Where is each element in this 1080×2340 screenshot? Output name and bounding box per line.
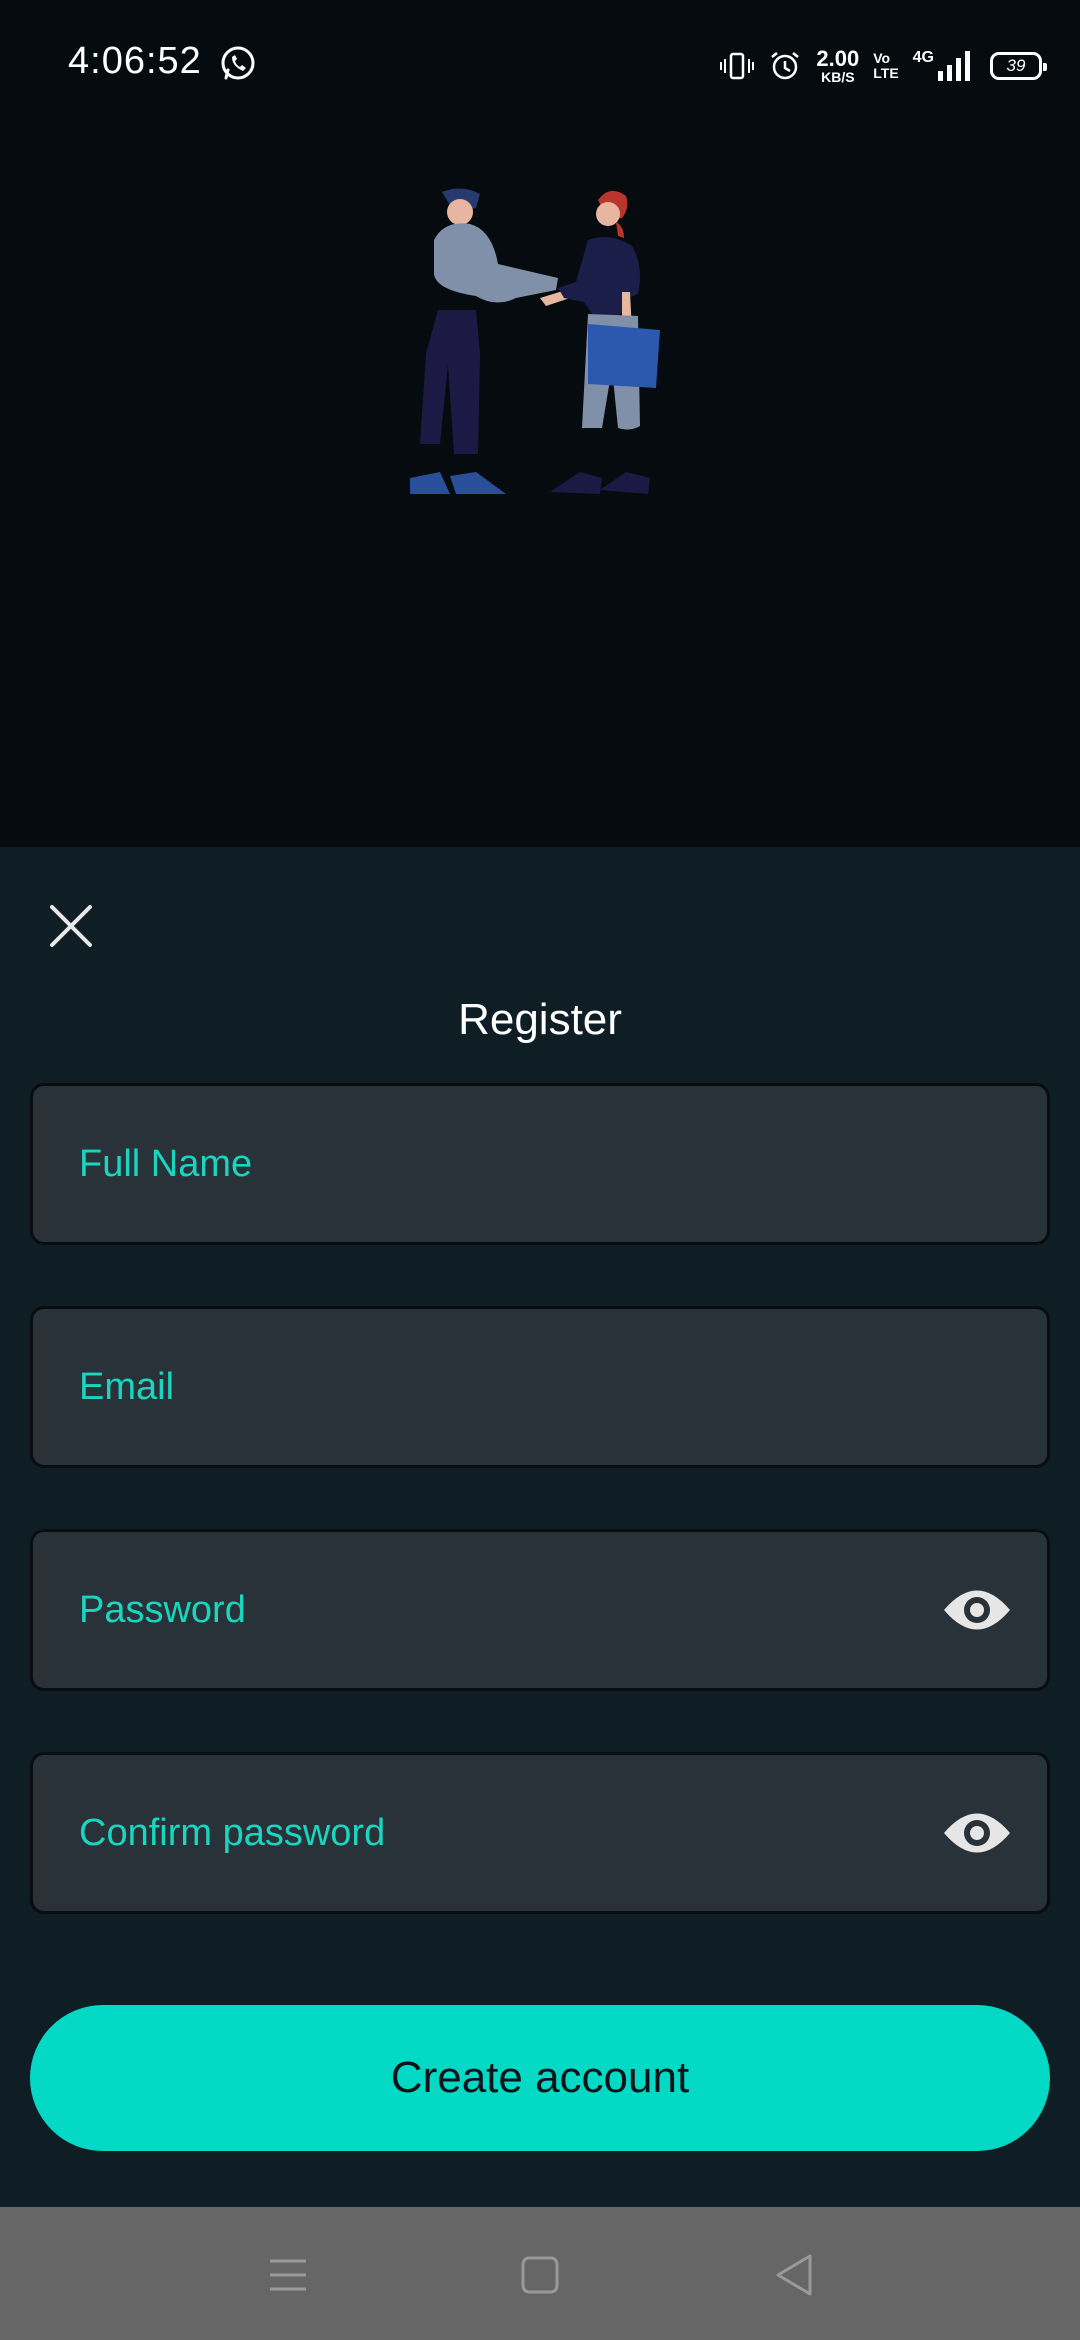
password-input[interactable] <box>79 1532 941 1688</box>
password-visibility-toggle[interactable] <box>941 1574 1013 1646</box>
vibrate-icon <box>720 49 755 83</box>
battery-icon: 39 <box>990 52 1047 80</box>
full-name-field[interactable] <box>30 1083 1050 1245</box>
password-field[interactable] <box>30 1529 1050 1691</box>
menu-icon <box>270 2259 306 2291</box>
email-field[interactable] <box>30 1306 1050 1468</box>
create-account-button[interactable]: Create account <box>30 2005 1050 2151</box>
home-icon <box>521 2256 559 2294</box>
volte-indicator: Vo LTE <box>873 51 898 80</box>
volte-bottom: LTE <box>873 65 899 81</box>
navigation-bar <box>0 2207 1080 2340</box>
network-speed: 2.00 KB/S <box>816 46 860 85</box>
page-title: Register <box>458 995 622 1044</box>
back-button[interactable] <box>762 2243 826 2307</box>
full-name-input[interactable] <box>79 1086 1047 1242</box>
signal-icon: 4G <box>913 49 976 83</box>
confirm-password-visibility-toggle[interactable] <box>941 1797 1013 1869</box>
confirm-password-field[interactable] <box>30 1752 1050 1914</box>
network-speed-value: 2.00 <box>816 46 860 71</box>
close-icon <box>50 905 92 947</box>
volte-top: Vo <box>873 50 891 67</box>
eye-icon <box>944 1590 1010 1630</box>
home-button[interactable] <box>508 2243 572 2307</box>
status-icons: 2.00 KB/S Vo LTE 4G 39 <box>720 44 1047 88</box>
status-bar: 4:06:52 2.00 KB/S Vo LTE 4G 39 <box>0 0 1080 130</box>
status-time: 4:06:52 <box>68 40 202 82</box>
close-button[interactable] <box>40 895 102 957</box>
whatsapp-icon <box>218 44 258 84</box>
network-speed-unit: KB/S <box>821 69 855 85</box>
back-icon <box>776 2254 812 2296</box>
register-screen: 4:06:52 2.00 KB/S Vo LTE 4G 39 Register … <box>0 0 1080 2340</box>
eye-icon <box>944 1813 1010 1853</box>
battery-level: 39 <box>1006 56 1026 75</box>
confirm-password-input[interactable] <box>79 1755 941 1911</box>
alarm-icon <box>768 49 802 83</box>
email-input[interactable] <box>79 1309 1047 1465</box>
register-sheet: Register Full Name Email Create account <box>0 847 1080 2207</box>
menu-button[interactable] <box>256 2243 320 2307</box>
network-type: 4G <box>912 49 934 66</box>
handshake-illustration <box>390 180 690 510</box>
